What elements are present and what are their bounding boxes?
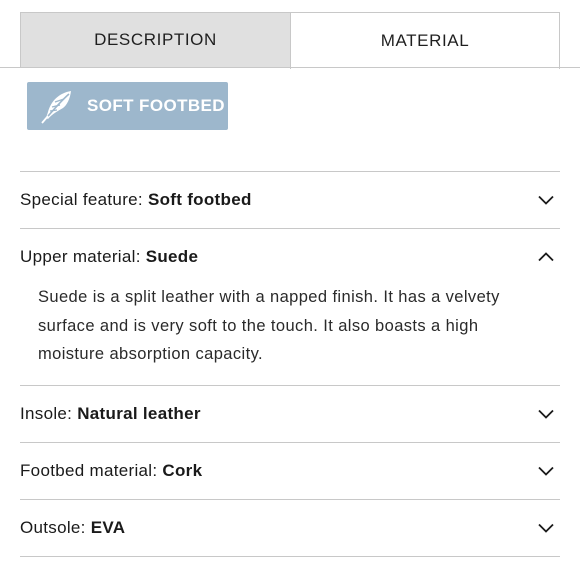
tab-divider [0, 67, 580, 68]
accordion-title: Footbed material: Cork [20, 461, 202, 481]
tab-description-label: DESCRIPTION [94, 30, 217, 49]
accordion-value: Soft footbed [147, 190, 252, 209]
accordion-body-upper-material: Suede is a split leather with a napped f… [38, 288, 500, 363]
accordion-title: Upper material: Suede [20, 247, 198, 267]
accordion-item-special-feature: Special feature: Soft footbed [20, 171, 560, 228]
accordion-title: Insole: Natural leather [20, 404, 201, 424]
accordion-prefix: Outsole: [20, 517, 91, 537]
accordion-value: Suede [145, 247, 199, 266]
tab-material-label: MATERIAL [380, 31, 470, 50]
accordion-header-insole[interactable]: Insole: Natural leather [20, 386, 560, 442]
accordion-prefix: Upper material: [20, 247, 146, 266]
accordion-prefix: Footbed material: [20, 460, 163, 480]
accordion-header-upper-material[interactable]: Upper material: Suede [20, 229, 560, 285]
accordion-title: Special feature: Soft footbed [20, 190, 252, 210]
soft-footbed-badge: SOFT FOOTBED [27, 82, 228, 130]
accordion-header-outsole[interactable]: Outsole: EVA [20, 500, 560, 556]
chevron-down-icon[interactable] [538, 523, 554, 533]
tab-bar: DESCRIPTION MATERIAL [0, 0, 580, 69]
material-accordion: Special feature: Soft footbed Upper mate… [20, 171, 560, 557]
accordion-item-insole: Insole: Natural leather [20, 384, 560, 442]
accordion-value: Cork [162, 460, 203, 480]
accordion-item-upper-material: Upper material: Suede Suede is a split l… [20, 228, 560, 385]
accordion-header-special-feature[interactable]: Special feature: Soft footbed [20, 172, 560, 228]
accordion-value: Natural leather [77, 403, 201, 423]
badge-label: SOFT FOOTBED [87, 96, 225, 115]
chevron-down-icon[interactable] [538, 195, 554, 205]
tab-material[interactable]: MATERIAL [290, 12, 560, 69]
chevron-down-icon[interactable] [538, 409, 554, 419]
accordion-item-footbed-material: Footbed material: Cork [20, 441, 560, 499]
chevron-up-icon[interactable] [538, 252, 554, 262]
accordion-title: Outsole: EVA [20, 518, 125, 538]
chevron-down-icon[interactable] [538, 466, 554, 476]
accordion-value: EVA [90, 517, 126, 537]
tab-description[interactable]: DESCRIPTION [20, 12, 291, 68]
accordion-prefix: Insole: [20, 403, 78, 423]
accordion-item-outsole: Outsole: EVA [20, 498, 560, 557]
feather-icon [41, 91, 71, 124]
accordion-header-footbed-material[interactable]: Footbed material: Cork [20, 443, 560, 499]
accordion-prefix: Special feature: [20, 190, 148, 209]
